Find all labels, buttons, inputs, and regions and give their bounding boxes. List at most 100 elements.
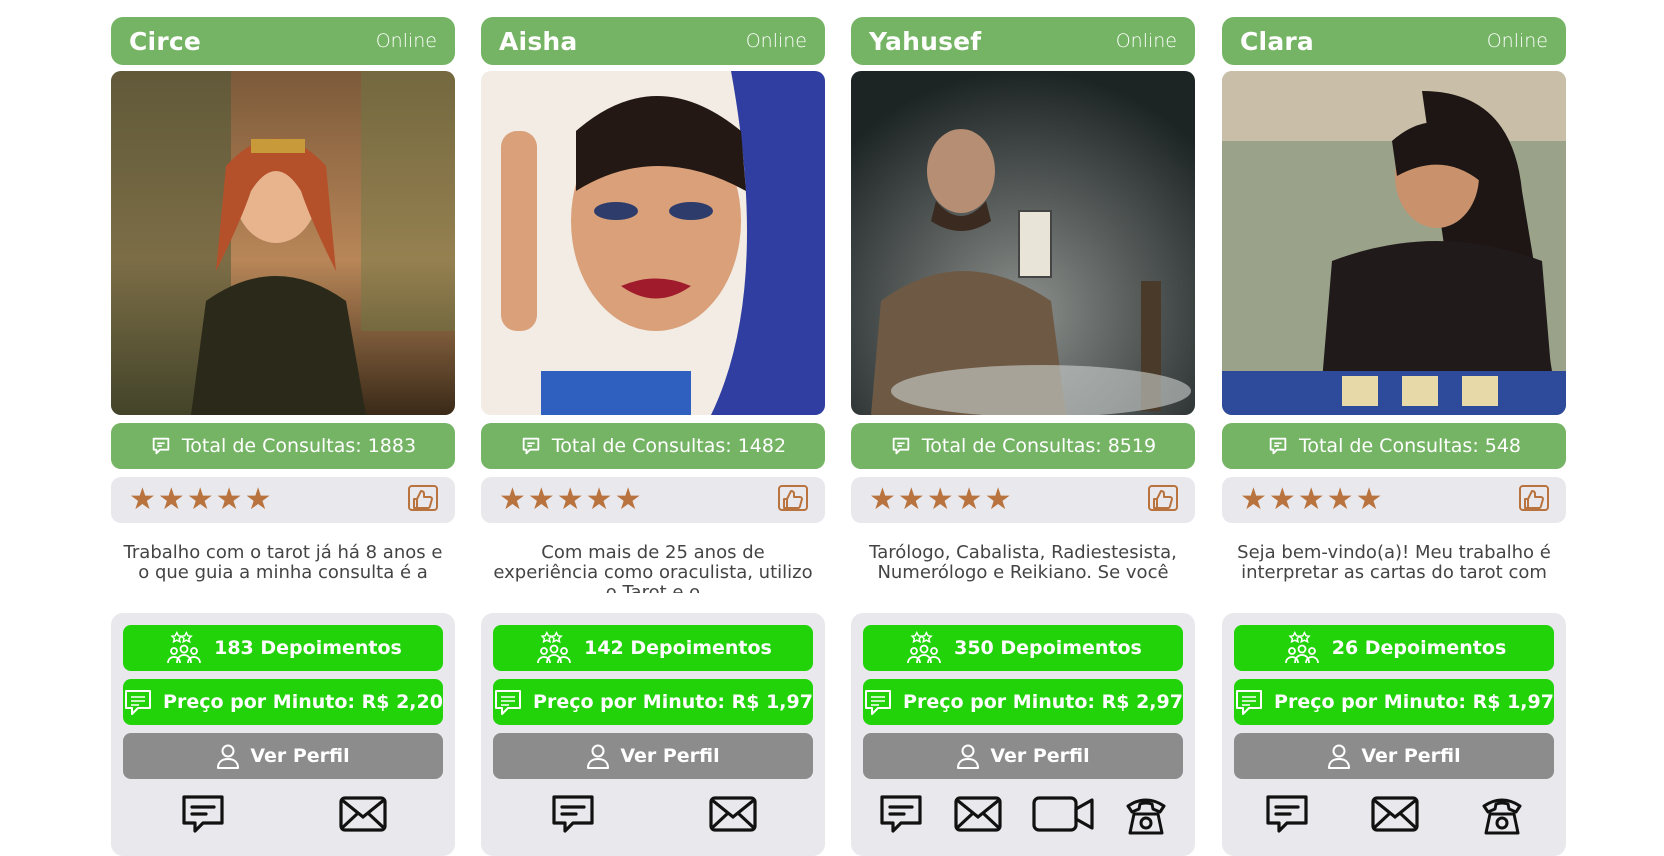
advisor-photo[interactable] — [851, 71, 1195, 415]
total-consultas: Total de Consultas: 1482 — [481, 423, 825, 469]
total-consultas: Total de Consultas: 8519 — [851, 423, 1195, 469]
chat-bubble-icon — [1269, 437, 1287, 455]
status-badge: Online — [1115, 30, 1177, 52]
price-chat-icon — [865, 690, 892, 715]
action-panel: 142 Depoimentos Preço por Minuto: R$ 1,9… — [481, 613, 825, 856]
advisor-name: Clara — [1240, 26, 1314, 56]
advisor-card-aisha: Aisha Online Total de Consultas: 1482 ★★… — [481, 17, 825, 856]
card-header[interactable]: Aisha Online — [481, 17, 825, 65]
ver-perfil-button[interactable]: Ver Perfil — [123, 733, 443, 779]
user-icon — [587, 744, 610, 769]
mail-icon[interactable] — [708, 795, 757, 833]
total-consultas-text: Total de Consultas: 548 — [1298, 435, 1522, 457]
preco-button[interactable]: Preço por Minuto: R$ 2,20 — [123, 679, 443, 725]
mail-icon[interactable] — [338, 795, 387, 833]
thumbs-up-icon[interactable] — [1518, 484, 1550, 516]
card-header[interactable]: Clara Online — [1222, 17, 1566, 65]
thumbs-up-icon[interactable] — [1147, 484, 1179, 516]
depoimentos-button[interactable]: 26 Depoimentos — [1234, 625, 1554, 671]
advisor-photo[interactable] — [111, 71, 455, 415]
chat-icon[interactable] — [878, 794, 924, 834]
chat-icon[interactable] — [550, 794, 596, 834]
chat-icon[interactable] — [180, 794, 226, 834]
depoimentos-button[interactable]: 350 Depoimentos — [863, 625, 1183, 671]
status-badge: Online — [375, 30, 437, 52]
contact-actions — [863, 779, 1183, 849]
preco-label: Preço por Minuto: R$ 1,97 — [1274, 691, 1554, 713]
preco-label: Preço por Minuto: R$ 2,97 — [903, 691, 1183, 713]
user-icon — [957, 744, 980, 769]
contact-actions — [1234, 779, 1554, 849]
user-icon — [217, 744, 240, 769]
status-badge: Online — [745, 30, 807, 52]
phone-icon[interactable] — [1124, 792, 1168, 836]
rating-stars: ★★★★★ — [499, 482, 644, 517]
depoimentos-button[interactable]: 183 Depoimentos — [123, 625, 443, 671]
rating-row: ★★★★★ — [481, 477, 825, 523]
chat-icon[interactable] — [1264, 794, 1310, 834]
rating-stars: ★★★★★ — [1240, 482, 1385, 517]
price-chat-icon — [495, 690, 522, 715]
chat-bubble-icon — [892, 437, 910, 455]
video-icon[interactable] — [1032, 795, 1094, 833]
depoimentos-label: 183 Depoimentos — [214, 637, 402, 659]
advisor-name: Aisha — [499, 26, 578, 56]
rating-row: ★★★★★ — [111, 477, 455, 523]
ver-perfil-label: Ver Perfil — [250, 745, 350, 767]
advisor-card-circe: Circe Online Total de Consultas: 1883 ★★… — [111, 17, 455, 856]
contact-actions — [123, 779, 443, 849]
chat-bubble-icon — [522, 437, 540, 455]
preco-label: Preço por Minuto: R$ 2,20 — [163, 691, 443, 713]
ver-perfil-label: Ver Perfil — [1361, 745, 1461, 767]
testimonials-icon — [537, 631, 572, 664]
advisor-photo[interactable] — [1222, 71, 1566, 415]
testimonials-icon — [167, 631, 202, 664]
card-header[interactable]: Yahusef Online — [851, 17, 1195, 65]
action-panel: 350 Depoimentos Preço por Minuto: R$ 2,9… — [851, 613, 1195, 856]
advisor-description: Trabalho com o tarot já há 8 anos e o qu… — [123, 543, 443, 583]
testimonials-icon — [1284, 631, 1319, 664]
action-panel: 183 Depoimentos Preço por Minuto: R$ 2,2… — [111, 613, 455, 856]
mail-icon[interactable] — [954, 795, 1002, 833]
advisor-photo-image — [111, 71, 455, 415]
thumbs-up-icon[interactable] — [407, 484, 439, 516]
depoimentos-label: 26 Depoimentos — [1331, 637, 1507, 659]
advisor-description: Com mais de 25 anos de experiência como … — [493, 543, 813, 593]
rating-stars: ★★★★★ — [869, 482, 1014, 517]
preco-label: Preço por Minuto: R$ 1,97 — [533, 691, 813, 713]
advisor-photo-image — [851, 71, 1195, 415]
preco-button[interactable]: Preço por Minuto: R$ 2,97 — [863, 679, 1183, 725]
phone-icon[interactable] — [1480, 792, 1524, 836]
ver-perfil-label: Ver Perfil — [990, 745, 1090, 767]
advisor-card-clara: Clara Online Total de Consultas: 548 ★★★… — [1222, 17, 1566, 856]
advisor-name: Yahusef — [869, 26, 982, 56]
price-chat-icon — [125, 690, 152, 715]
depoimentos-label: 350 Depoimentos — [954, 637, 1142, 659]
ver-perfil-button[interactable]: Ver Perfil — [1234, 733, 1554, 779]
advisor-photo[interactable] — [481, 71, 825, 415]
total-consultas: Total de Consultas: 1883 — [111, 423, 455, 469]
status-badge: Online — [1486, 30, 1548, 52]
total-consultas-text: Total de Consultas: 1482 — [551, 435, 787, 457]
ver-perfil-button[interactable]: Ver Perfil — [493, 733, 813, 779]
advisor-name: Circe — [129, 26, 202, 56]
rating-row: ★★★★★ — [851, 477, 1195, 523]
user-icon — [1328, 744, 1351, 769]
chat-bubble-icon — [152, 437, 170, 455]
mail-icon[interactable] — [1371, 795, 1419, 833]
preco-button[interactable]: Preço por Minuto: R$ 1,97 — [1234, 679, 1554, 725]
ver-perfil-button[interactable]: Ver Perfil — [863, 733, 1183, 779]
advisor-photo-image — [481, 71, 825, 415]
thumbs-up-icon[interactable] — [777, 484, 809, 516]
advisor-card-yahusef: Yahusef Online Total de Consultas: 8519 … — [851, 17, 1195, 856]
depoimentos-button[interactable]: 142 Depoimentos — [493, 625, 813, 671]
ver-perfil-label: Ver Perfil — [620, 745, 720, 767]
preco-button[interactable]: Preço por Minuto: R$ 1,97 — [493, 679, 813, 725]
total-consultas-text: Total de Consultas: 1883 — [181, 435, 417, 457]
card-header[interactable]: Circe Online — [111, 17, 455, 65]
action-panel: 26 Depoimentos Preço por Minuto: R$ 1,97… — [1222, 613, 1566, 856]
rating-stars: ★★★★★ — [129, 482, 274, 517]
advisor-photo-image — [1222, 71, 1566, 415]
advisor-description: Seja bem-vindo(a)! Meu trabalho é interp… — [1237, 543, 1551, 583]
price-chat-icon — [1236, 690, 1263, 715]
